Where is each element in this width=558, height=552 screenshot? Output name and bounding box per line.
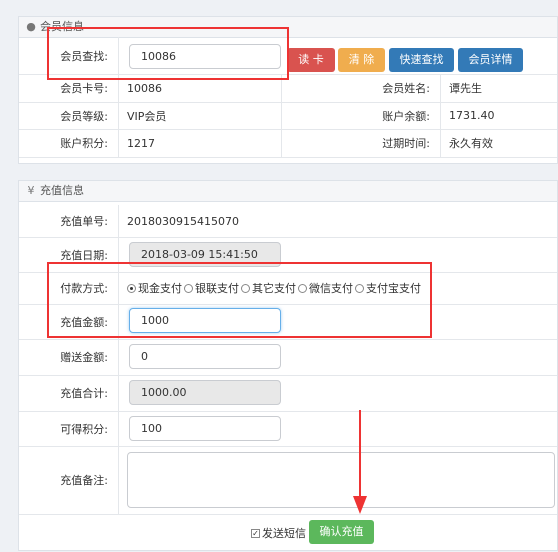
remark-label: 充值备注: xyxy=(19,446,119,514)
read-card-button[interactable]: 读 卡 xyxy=(287,48,335,72)
highlight-box-member-search xyxy=(47,27,289,80)
recharge-info-title: 充值信息 xyxy=(40,184,84,197)
expire-label: 过期时间: xyxy=(281,129,441,157)
yen-icon: ¥ xyxy=(27,184,35,197)
submit-row: ✓ 发送短信 xyxy=(19,514,557,552)
order-label: 充值单号: xyxy=(19,205,119,237)
points-value: 1217 xyxy=(127,136,155,150)
quick-search-button[interactable]: 快速查找 xyxy=(389,48,454,72)
member-name-label: 会员姓名: xyxy=(281,74,441,102)
member-level-label: 会员等级: xyxy=(19,102,119,129)
balance-value: 1731.40 xyxy=(449,109,495,122)
earn-input[interactable]: 100 xyxy=(129,416,281,441)
earn-label: 可得积分: xyxy=(19,411,119,446)
check-icon: ✓ xyxy=(251,528,260,538)
sms-checkbox[interactable]: ✓ 发送短信 xyxy=(251,514,306,552)
points-label: 账户积分: xyxy=(19,129,119,157)
member-name-value: 谭先生 xyxy=(449,82,482,95)
member-row-2: 会员等级: VIP会员 账户余额: 1731.40 xyxy=(19,102,557,130)
balance-label: 账户余额: xyxy=(281,102,441,129)
earn-row: 可得积分: 100 xyxy=(19,411,557,447)
clear-button[interactable]: 清 除 xyxy=(338,48,385,72)
member-row-3: 账户积分: 1217 过期时间: 永久有效 xyxy=(19,129,557,158)
member-level-value: VIP会员 xyxy=(127,109,167,123)
bonus-label: 赠送金额: xyxy=(19,339,119,375)
recharge-info-panel: ¥ 充值信息 充值单号: 2018030915415070 充值日期: 2018-… xyxy=(18,180,558,551)
highlight-box-payment-amount xyxy=(47,262,432,338)
remark-textarea[interactable] xyxy=(127,452,555,508)
total-input: 1000.00 xyxy=(129,380,281,405)
sms-label: 发送短信 xyxy=(262,527,306,540)
remark-row: 充值备注: xyxy=(19,446,557,515)
member-details-button[interactable]: 会员详情 xyxy=(458,48,523,72)
confirm-recharge-button[interactable]: 确认充值 xyxy=(309,520,374,544)
bonus-row: 赠送金额: 0 xyxy=(19,339,557,376)
expire-value: 永久有效 xyxy=(449,137,493,150)
user-icon: ● xyxy=(26,20,36,33)
order-value: 2018030915415070 xyxy=(127,214,239,228)
total-row: 充值合计: 1000.00 xyxy=(19,375,557,412)
total-label: 充值合计: xyxy=(19,375,119,411)
bonus-input[interactable]: 0 xyxy=(129,344,281,369)
order-row: 充值单号: 2018030915415070 xyxy=(19,205,557,238)
recharge-info-header: ¥ 充值信息 xyxy=(19,181,557,202)
arrow-down-icon xyxy=(353,410,367,514)
